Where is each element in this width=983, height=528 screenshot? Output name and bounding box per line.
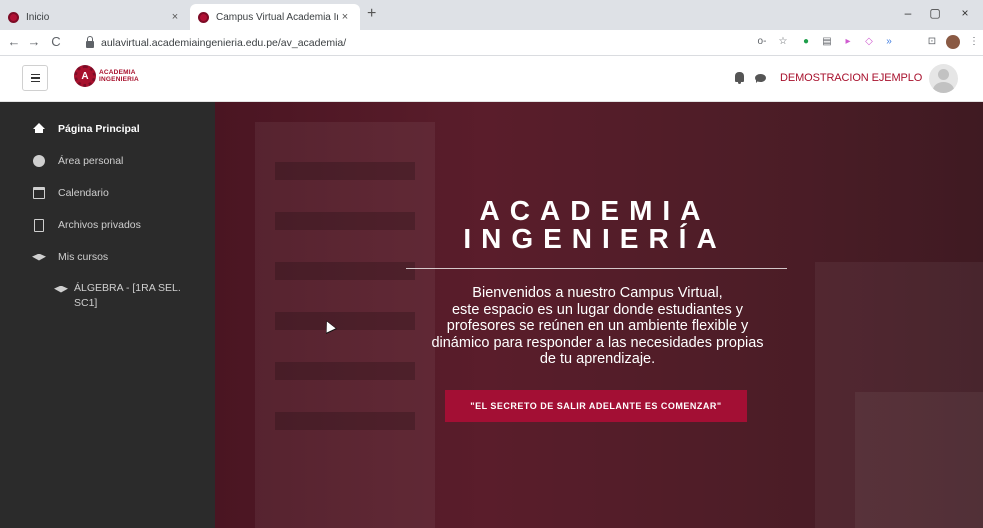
sidebar-item-home[interactable]: Página Principal [32,120,140,138]
file-icon [32,218,46,232]
lock-icon [86,35,94,48]
sidebar-item-label: Página Principal [58,123,140,135]
minimize-button[interactable]: – [898,6,918,20]
hero-banner: ACADEMIA INGENIERÍA Bienvenidos a nuestr… [215,102,983,528]
tab-close-icon[interactable]: × [338,11,352,23]
window-close-button[interactable]: × [955,6,975,20]
tab-title: Inicio [26,11,50,23]
nav-drawer: Página Principal Área personal Calendari… [0,102,215,528]
browser-menu-icon[interactable]: ⋮ [967,36,981,47]
ext-icon[interactable]: ◇ [862,36,876,47]
sidebar-item-label: Mis cursos [58,251,109,263]
chat-icon[interactable] [755,74,766,83]
browser-tab-strip: Inicio × Campus Virtual Academia Ingeni … [0,0,983,30]
site-favicon-icon [198,11,209,23]
sidebar-item-private-files[interactable]: Archivos privados [32,216,141,234]
back-arrow-icon[interactable]: ← [6,34,22,49]
new-tab-button[interactable]: + [367,5,376,23]
browser-profile-avatar[interactable] [946,35,960,49]
address-bar[interactable]: aulavirtual.academiaingenieria.edu.pe/av… [86,33,786,53]
sidebar-item-label: Archivos privados [58,219,141,231]
tab-close-icon[interactable]: × [168,11,182,23]
hero-cta-button[interactable]: "EL SECRETO DE SALIR ADELANTE ES COMENZA… [445,390,747,422]
calendar-icon [32,186,46,200]
sidebar-item-label: Calendario [58,187,109,199]
sidebar-item-label: Área personal [58,155,124,167]
logo-mark-icon: A [74,65,96,87]
green-dot-icon[interactable]: ● [799,36,813,47]
audio-icon[interactable]: » [882,36,896,47]
browser-toolbar: ← → C aulavirtual.academiaingenieria.edu… [0,30,983,56]
site-logo[interactable]: A ACADEMIA INGENIERIA [74,65,139,87]
logo-text-line2: INGENIERIA [99,76,139,83]
reload-icon[interactable]: C [48,34,64,49]
graduation-cap-icon [32,250,46,264]
graduation-cap-icon [54,282,68,296]
key-icon[interactable]: o- [755,36,769,47]
hamburger-icon [30,73,40,76]
forward-arrow-icon[interactable]: → [26,34,42,49]
media-icon[interactable]: ⊡ [925,36,939,47]
sidebar-item-my-courses[interactable]: Mis cursos [32,248,108,266]
sidebar-item-calendar[interactable]: Calendario [32,184,109,202]
star-icon[interactable]: ☆ [776,36,790,47]
bell-icon[interactable] [735,72,744,84]
hero-welcome-text: Bienvenidos a nuestro Campus Virtual, es… [431,285,764,367]
browser-tab-inicio[interactable]: Inicio × [0,4,190,30]
hero-divider [406,268,787,269]
home-icon [32,122,46,136]
sidebar-item-course-algebra[interactable]: ÁLGEBRA - [1RA SEL. SC1] [54,281,204,311]
site-navbar: A ACADEMIA INGENIERIA DEMOSTRACION EJEMP… [0,56,983,102]
hero-title: ACADEMIA INGENIERÍA [463,195,727,254]
dashboard-icon [32,154,46,168]
avatar[interactable] [929,64,958,93]
cast-icon[interactable]: ▤ [820,36,834,47]
ext-icon[interactable]: ▸ [841,36,855,47]
site-favicon-icon [8,11,19,23]
sidebar-item-label: ÁLGEBRA - [1RA SEL. SC1] [74,282,181,309]
drawer-toggle-button[interactable] [22,65,48,91]
logo-text-line1: ACADEMIA [99,69,136,76]
user-menu-name[interactable]: DEMOSTRACION EJEMPLO [780,72,922,84]
browser-tab-campus[interactable]: Campus Virtual Academia Ingeni × [190,4,360,30]
url-text: aulavirtual.academiaingenieria.edu.pe/av… [101,37,347,49]
sidebar-item-dashboard[interactable]: Área personal [32,152,123,170]
tab-title: Campus Virtual Academia Ingeni [216,11,338,23]
maximize-button[interactable]: ▢ [925,6,945,20]
